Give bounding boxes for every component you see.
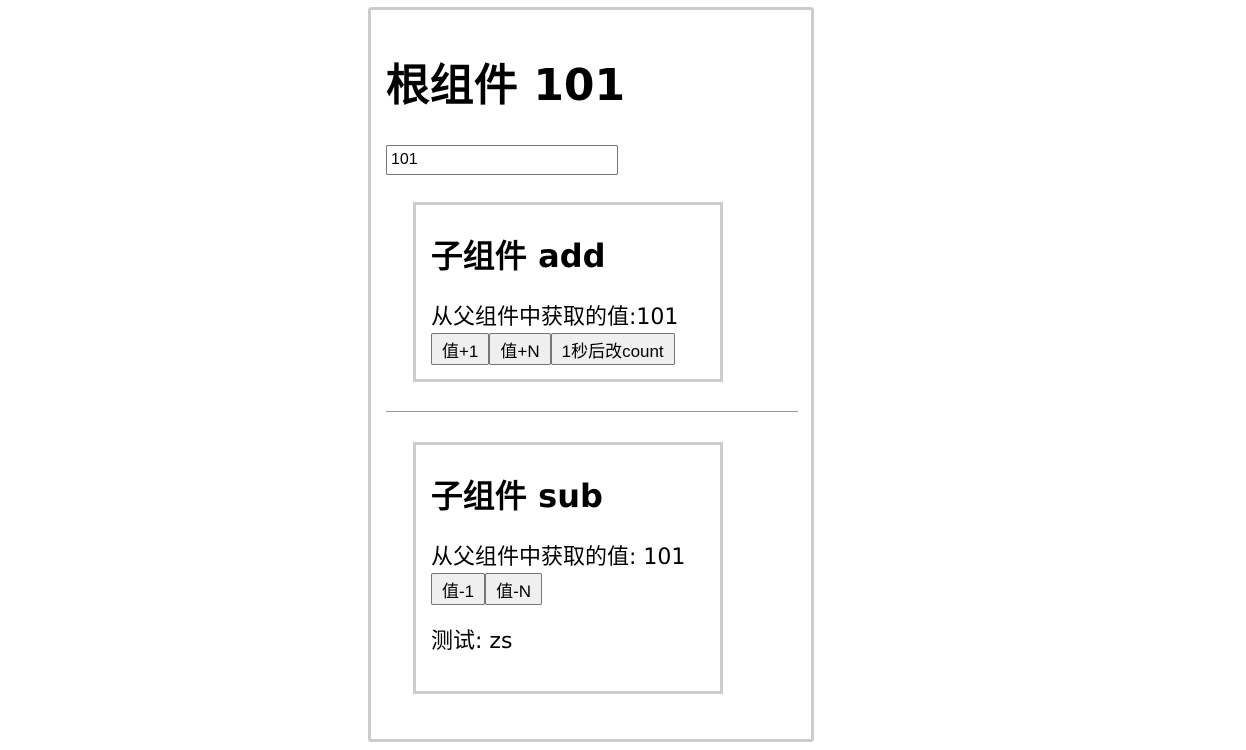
- child-sub-button-row: 值-1 值-N: [431, 573, 543, 605]
- decrement-button[interactable]: 值-1: [431, 573, 486, 605]
- child-add-button-row: 值+1 值+N 1秒后改count: [431, 333, 675, 365]
- child-sub-title: 子组件 sub: [431, 477, 603, 515]
- child-sub-value-text: 从父组件中获取的值: 101: [431, 545, 686, 570]
- count-input[interactable]: [386, 145, 618, 175]
- decrement-n-button[interactable]: 值-N: [485, 573, 543, 605]
- delayed-change-count-button[interactable]: 1秒后改count: [550, 333, 675, 365]
- increment-n-button[interactable]: 值+N: [489, 333, 551, 365]
- child-add-component: 子组件 add 从父组件中获取的值:101 值+1 值+N 1秒后改count: [413, 202, 723, 382]
- child-add-title: 子组件 add: [431, 237, 606, 275]
- child-sub-component: 子组件 sub 从父组件中获取的值: 101 值-1 值-N 测试: zs: [413, 442, 723, 694]
- increment-button[interactable]: 值+1: [431, 333, 490, 365]
- child-add-value-text: 从父组件中获取的值:101: [431, 305, 679, 330]
- root-component: 根组件 101 子组件 add 从父组件中获取的值:101 值+1 值+N 1秒…: [368, 7, 814, 742]
- child-sub-test-text: 测试: zs: [431, 629, 513, 654]
- divider: [386, 411, 798, 412]
- root-title: 根组件 101: [386, 60, 626, 111]
